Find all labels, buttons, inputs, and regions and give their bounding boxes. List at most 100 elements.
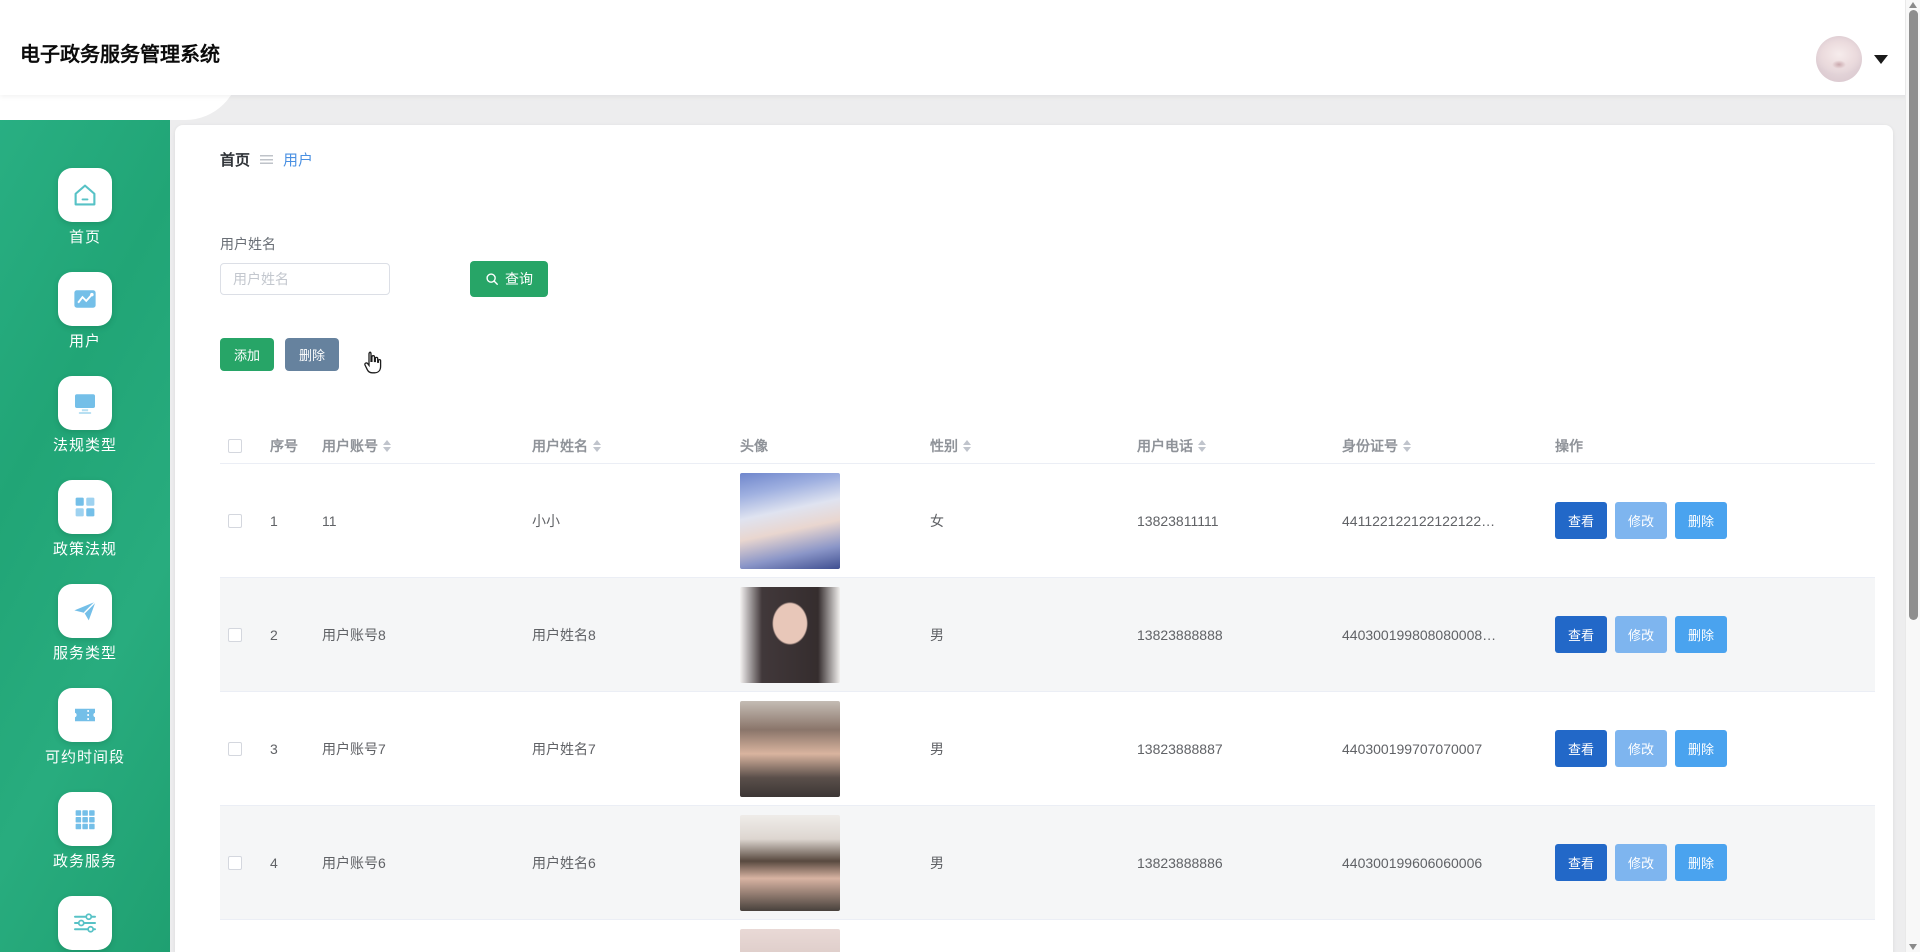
cell-account: 11 [322,512,337,529]
view-button[interactable]: 查看 [1555,502,1608,539]
table-column-header[interactable]: 身份证号 [1334,436,1547,456]
table-column-header[interactable]: 性别 [922,436,1129,456]
cell-gender: 女 [930,512,944,529]
edit-button[interactable]: 修改 [1615,730,1668,767]
cell-idcard: 440300199707070007 [1342,740,1483,757]
cell-phone: 13823888886 [1137,854,1223,871]
row-checkbox[interactable] [228,627,242,642]
scrollbar[interactable] [1905,0,1920,952]
add-button[interactable]: 添加 [220,338,275,371]
sort-carets-icon[interactable] [383,440,391,452]
sliders-icon [58,896,112,950]
column-label: 用户账号 [322,438,378,454]
table-column-header[interactable]: 用户电话 [1129,436,1334,456]
cell-phone: 13823811111 [1137,512,1219,529]
breadcrumb-current[interactable]: 用户 [283,149,313,170]
cell-account: 用户账号8 [322,626,386,643]
paper-plane-icon [58,584,112,638]
view-button[interactable]: 查看 [1555,616,1608,653]
cell-gender: 男 [930,740,944,757]
delete-button[interactable]: 删除 [1675,502,1728,539]
scroll-up-icon[interactable] [1909,2,1917,8]
delete-button[interactable]: 删除 [1675,844,1728,881]
cell-idcard: 440300199606060006 [1342,854,1483,871]
cell-idcard: 440300199808080008… [1342,626,1497,643]
table-row[interactable]: 3 用户账号7 用户姓名7 男 13823888887 440300199707… [220,692,1875,806]
delete-button[interactable]: 删除 [1675,616,1728,653]
photo-partial [740,928,840,952]
sidebar-item-more[interactable] [0,896,170,952]
sort-carets-icon[interactable] [963,440,971,452]
chevron-down-icon[interactable] [1874,54,1888,64]
photo-girl-indoor [740,814,840,911]
grid-icon [58,792,112,846]
table-column-header[interactable]: 用户账号 [314,436,524,456]
cell-index: 1 [270,512,278,529]
sidebar-item-可约时间段[interactable]: 可约时间段 [0,688,170,768]
photo-girl-dark-hair [740,586,840,683]
view-button[interactable]: 查看 [1555,730,1608,767]
query-button[interactable]: 查询 [470,261,548,297]
column-label: 用户姓名 [532,438,588,454]
edit-button[interactable]: 修改 [1615,844,1668,881]
sidebar-item-用户[interactable]: 用户 [0,272,170,352]
column-label: 用户电话 [1137,438,1193,454]
edit-button[interactable]: 修改 [1615,616,1668,653]
user-avatar[interactable] [1816,36,1862,82]
search-icon [486,273,498,285]
table-column-header[interactable]: 序号 [262,436,314,456]
cell-idcard: 441122122122122122… [1342,512,1496,529]
sort-carets-icon[interactable] [593,440,601,452]
table-row[interactable]: 4 用户账号6 用户姓名6 男 13823888886 440300199606… [220,806,1875,920]
sidebar-item-法规类型[interactable]: 法规类型 [0,376,170,456]
cell-actions: 查看 修改 删除 [1547,616,1875,653]
query-button-label: 查询 [505,271,533,287]
breadcrumb-home[interactable]: 首页 [220,149,250,170]
cell-account: 用户账号7 [322,740,386,757]
search-field-label: 用户姓名 [220,236,276,252]
app-window: 首页 用户 法规类型 政策法规 服务类型 可约时间段 政务服务 电子政务服务管理… [0,0,1920,952]
sidebar-item-首页[interactable]: 首页 [0,168,170,248]
sort-carets-icon[interactable] [1403,440,1411,452]
cell-index: 4 [270,854,278,871]
search-row: 查询 [220,261,1893,297]
search-input[interactable] [220,263,390,295]
cell-name: 用户姓名7 [532,740,596,757]
table-row[interactable]: 2 用户账号8 用户姓名8 男 13823888888 440300199808… [220,578,1875,692]
cell-actions: 查看 修改 删除 [1547,502,1875,539]
scrollbar-thumb[interactable] [1909,10,1918,620]
cell-phone: 13823888888 [1137,626,1223,643]
delete-button[interactable]: 删除 [285,338,340,371]
row-checkbox[interactable] [228,741,242,756]
row-checkbox[interactable] [228,513,242,528]
sort-carets-icon[interactable] [1198,440,1206,452]
blocks-icon [58,480,112,534]
table-column-header[interactable]: 操作 [1547,436,1875,456]
column-label: 头像 [740,438,768,454]
table-column-header[interactable] [220,439,262,453]
table-header-row: 序号 用户账号 用户姓名 头像 性别 用户电话 身份证号 操作 [220,429,1875,464]
select-all-checkbox[interactable] [228,439,242,453]
breadcrumb-separator-icon [260,154,274,164]
sidebar-item-政策法规[interactable]: 政策法规 [0,480,170,560]
ticket-icon [58,688,112,742]
delete-button[interactable]: 删除 [1675,730,1728,767]
edit-button[interactable]: 修改 [1615,502,1668,539]
column-label: 操作 [1555,438,1583,454]
cell-actions: 查看 修改 删除 [1547,730,1875,767]
table-row[interactable]: 1 11 小小 女 13823811111 441122122122122122… [220,464,1875,578]
view-button[interactable]: 查看 [1555,844,1608,881]
table-row[interactable]: 查看修改删除 [220,920,1875,952]
table-column-header[interactable]: 用户姓名 [524,436,732,456]
row-checkbox[interactable] [228,855,242,870]
photo-girl-blue-cap [740,472,840,569]
photo-young-man [740,700,840,797]
app-title: 电子政务服务管理系统 [20,44,220,66]
scroll-down-icon[interactable] [1909,944,1917,950]
sidebar-item-政务服务[interactable]: 政务服务 [0,792,170,872]
cell-name: 小小 [532,512,560,529]
column-label: 身份证号 [1342,438,1398,454]
sidebar-item-服务类型[interactable]: 服务类型 [0,584,170,664]
table-column-header[interactable]: 头像 [732,436,922,456]
chart-icon [58,272,112,326]
